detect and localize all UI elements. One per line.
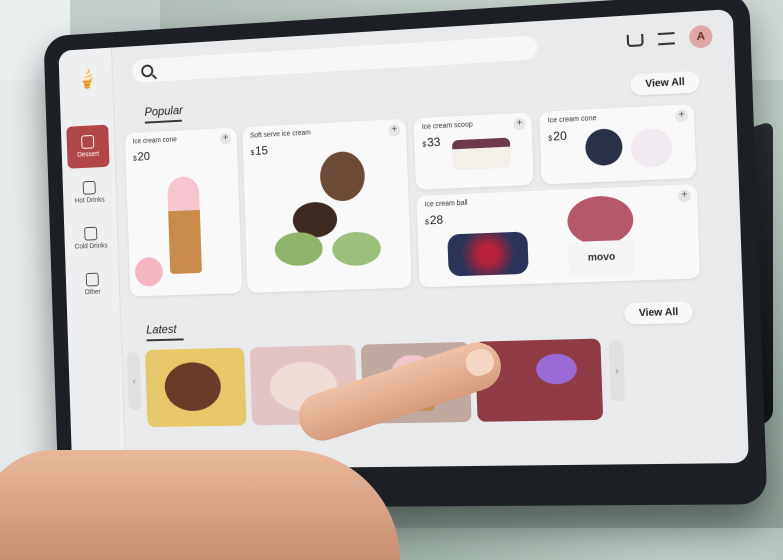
product-price: $20 [548, 128, 568, 144]
cart-icon[interactable] [626, 33, 644, 48]
product-name: Ice cream cone [547, 115, 597, 125]
add-icon[interactable]: + [675, 109, 689, 123]
sidebar-item-label: Dessert [77, 150, 100, 159]
product-card-ice-cream-ball[interactable]: Ice cream ball $28 + movo [416, 183, 701, 288]
other-icon [85, 272, 99, 287]
latest-section-title: Latest [146, 322, 177, 337]
rose-image [134, 256, 164, 287]
sidebar-item-hot-drinks[interactable]: Hot Drinks [68, 171, 111, 215]
ice-cream-cup-image [630, 127, 673, 169]
ice-cream-ball-image [566, 194, 635, 247]
sidebar-item-cold-drinks[interactable]: Cold Drinks [69, 217, 112, 261]
dessert-icon [81, 134, 95, 149]
sidebar-item-label: Hot Drinks [74, 196, 105, 205]
product-name: Ice cream scoop [421, 121, 473, 131]
search-icon [141, 63, 154, 78]
product-card-ice-cream-cone-2[interactable]: Ice cream cone $20 + [539, 103, 697, 185]
hand-image [0, 336, 520, 560]
ice-cream-logo-icon: 🍦 [75, 67, 99, 90]
product-card-soft-serve[interactable]: Soft serve ice cream $15 + [242, 118, 412, 293]
cheesecake-image [451, 137, 511, 171]
sidebar-item-dessert[interactable]: Dessert [66, 124, 110, 169]
product-name: Ice cream ball [424, 199, 468, 209]
sidebar-item-label: Other [84, 288, 101, 297]
add-icon[interactable]: + [513, 117, 526, 131]
chocolate-popsicle-image [319, 150, 366, 202]
hot-drink-icon [82, 180, 96, 195]
product-name: Ice cream cone [132, 136, 177, 146]
avatar[interactable]: A [688, 24, 713, 49]
header-icons: A [626, 24, 713, 53]
sidebar-item-other[interactable]: Other [71, 263, 114, 306]
palm-shape [0, 450, 400, 560]
popular-section-title: Popular [144, 103, 184, 119]
add-icon[interactable]: + [388, 124, 401, 137]
search-bar[interactable] [131, 35, 538, 83]
blueberry-cup-image [584, 128, 624, 167]
latest-item-image [535, 353, 578, 385]
product-price: $28 [424, 212, 444, 228]
fingernail-shape [462, 345, 498, 380]
popular-view-all-button[interactable]: View All [630, 70, 700, 96]
product-card-ice-cream-cone[interactable]: Ice cream cone $20 + [124, 127, 243, 297]
berries-image [447, 231, 529, 277]
product-name: Soft serve ice cream [249, 129, 311, 140]
filter-icon[interactable] [657, 32, 675, 46]
product-price: $33 [422, 134, 441, 150]
sidebar-item-label: Cold Drinks [74, 242, 108, 251]
ice-cream-cone-image [167, 176, 202, 275]
brand-cup-label: movo [568, 239, 636, 277]
matcha-popsicle-image [331, 231, 382, 267]
product-price: $20 [133, 149, 151, 164]
add-icon[interactable]: + [219, 132, 232, 145]
add-icon[interactable]: + [677, 189, 691, 203]
matcha-popsicle-image [274, 231, 324, 267]
cold-drink-icon [84, 226, 98, 241]
latest-next-arrow-icon[interactable]: › [608, 339, 626, 402]
latest-view-all-button[interactable]: View All [624, 301, 694, 325]
product-card-ice-cream-scoop[interactable]: Ice cream scoop $33 + [413, 112, 534, 190]
product-price: $15 [250, 143, 269, 158]
